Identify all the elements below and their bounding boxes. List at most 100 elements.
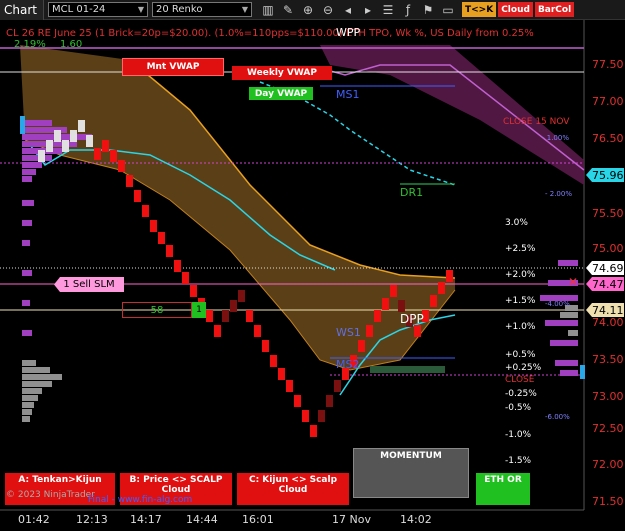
renko-brick: [190, 285, 197, 297]
time-tick: 14:17: [130, 513, 162, 526]
zoom-in-icon[interactable]: ⊕: [298, 2, 318, 18]
chart-panel[interactable]: CL 26 RE June 25 (1 Brick=20p=$20.00). (…: [0, 20, 625, 531]
time-tick: 14:02: [400, 513, 432, 526]
monthly-vwap-label: Mnt VWAP: [122, 58, 224, 76]
ms1-label: MS1: [336, 88, 360, 101]
wk-pct-label: - 1.00%: [542, 134, 569, 142]
renko-brick: [62, 140, 69, 152]
weekly-vwap-label: Weekly VWAP: [232, 66, 332, 80]
renko-brick: [166, 245, 173, 257]
chevron-down-icon: ▼: [137, 5, 144, 14]
renko-brick: [326, 395, 333, 407]
renko-brick: [214, 325, 221, 337]
kijun-scalp-cloud-button[interactable]: C: Kijun <> Scalp Cloud: [237, 473, 349, 505]
left-tpo-profile-low: [22, 360, 62, 422]
percent-level-label: +2.0%: [505, 270, 536, 280]
window-title: Chart: [0, 0, 44, 20]
price-box-slm: 74.47: [586, 277, 624, 291]
time-tick: 12:13: [76, 513, 108, 526]
renko-brick: [118, 160, 125, 172]
day-vwap-label: Day VWAP: [249, 87, 313, 100]
renko-brick: [374, 310, 381, 322]
renko-brick: [358, 340, 365, 352]
renko-brick: [294, 395, 301, 407]
renko-brick: [38, 150, 45, 162]
price-box-vwap: 75.96: [586, 168, 624, 182]
momentum-panel[interactable]: MOMENTUM: [353, 448, 469, 498]
chart-toolbar: Chart MCL 01-24 ▼ 20 Renko ▼ ▥ ✎ ⊕ ⊖ ◂ ▸ ☰…: [0, 0, 625, 20]
close-label: CLOSE: [505, 375, 535, 385]
instrument-value: MCL 01-24: [52, 4, 106, 15]
wk-pct-label: -4.00%: [545, 300, 570, 308]
renko-brick: [150, 220, 157, 232]
top-left-value-2: 1.60: [60, 39, 83, 50]
renko-brick: [142, 205, 149, 217]
ws1-label: WS1: [336, 326, 361, 339]
renko-brick: [318, 410, 325, 422]
right-value-marker: [580, 365, 585, 379]
wk-pct-label: -6.00%: [545, 413, 570, 421]
percent-level-label: -1.0%: [505, 430, 532, 440]
percent-level-label: -0.5%: [505, 403, 532, 413]
zoom-out-icon[interactable]: ⊖: [318, 2, 338, 18]
renko-brick: [230, 300, 237, 312]
counter-right-box: 1: [192, 302, 206, 318]
price-tick: 77.50: [592, 58, 624, 71]
template-icon[interactable]: ▭: [438, 2, 458, 18]
renko-brick: [270, 355, 277, 367]
renko-brick: [278, 368, 285, 380]
renko-brick: [70, 130, 77, 142]
arrow-left-icon[interactable]: ◂: [338, 2, 358, 18]
renko-brick: [334, 380, 341, 392]
copyright-text: © 2023 NinjaTrader: [6, 490, 95, 500]
renko-brick: [222, 310, 229, 322]
bar-chart-icon[interactable]: ▥: [258, 2, 278, 18]
price-tick: 76.50: [592, 132, 624, 145]
renko-brick: [398, 300, 405, 312]
renko-brick: [430, 295, 437, 307]
time-tick: 14:44: [186, 513, 218, 526]
renko-brick: [174, 260, 181, 272]
renko-brick: [78, 120, 85, 132]
sell-slm-label[interactable]: 1 Sell SLM: [54, 277, 124, 292]
arrow-right-icon[interactable]: ▸: [358, 2, 378, 18]
renko-brick: [262, 340, 269, 352]
price-tick: 75.00: [592, 242, 624, 255]
properties-icon[interactable]: ☰: [378, 2, 398, 18]
bar-type-selector[interactable]: 20 Renko ▼: [152, 2, 252, 17]
chart-header-text: CL 26 RE June 25 (1 Brick=20p=$20.00). (…: [6, 28, 534, 39]
renko-brick: [446, 270, 453, 282]
renko-brick: [414, 325, 421, 337]
percent-level-label: +1.0%: [505, 322, 536, 332]
price-tick: 71.50: [592, 495, 624, 508]
left-value-marker: [20, 116, 25, 134]
eth-or-button[interactable]: ETH OR: [476, 473, 530, 505]
watermark-text: Final - www.fin-alg.com: [88, 495, 193, 505]
close-x-icon[interactable]: ✕: [568, 275, 578, 289]
indicators-icon[interactable]: ƒ: [398, 2, 418, 18]
barcol-toggle-button[interactable]: BarCol: [534, 2, 575, 17]
renko-brick: [206, 310, 213, 322]
renko-brick: [182, 272, 189, 284]
renko-brick: [390, 285, 397, 297]
renko-brick: [238, 290, 245, 302]
renko-brick: [382, 298, 389, 310]
percent-level-label: -0.25%: [505, 389, 537, 399]
renko-brick: [94, 148, 101, 160]
strategies-icon[interactable]: ⚑: [418, 2, 438, 18]
percent-level-label: +2.5%: [505, 244, 536, 254]
price-tick: 77.00: [592, 95, 624, 108]
wk-pct-label: - 2.00%: [545, 190, 572, 198]
time-tick: 01:42: [18, 513, 50, 526]
time-tick: 17 Nov: [332, 513, 371, 526]
price-tick: 72.50: [592, 422, 624, 435]
instrument-selector[interactable]: MCL 01-24 ▼: [48, 2, 148, 17]
wpp-label: WPP: [336, 26, 361, 39]
price-tick: 74.00: [592, 316, 624, 329]
renko-brick: [110, 150, 117, 162]
renko-brick: [246, 310, 253, 322]
percent-level-label: 3.0%: [505, 218, 528, 228]
cloud-toggle-button[interactable]: Cloud: [498, 2, 533, 17]
tk-toggle-button[interactable]: T<>K: [462, 2, 497, 17]
pen-icon[interactable]: ✎: [278, 2, 298, 18]
